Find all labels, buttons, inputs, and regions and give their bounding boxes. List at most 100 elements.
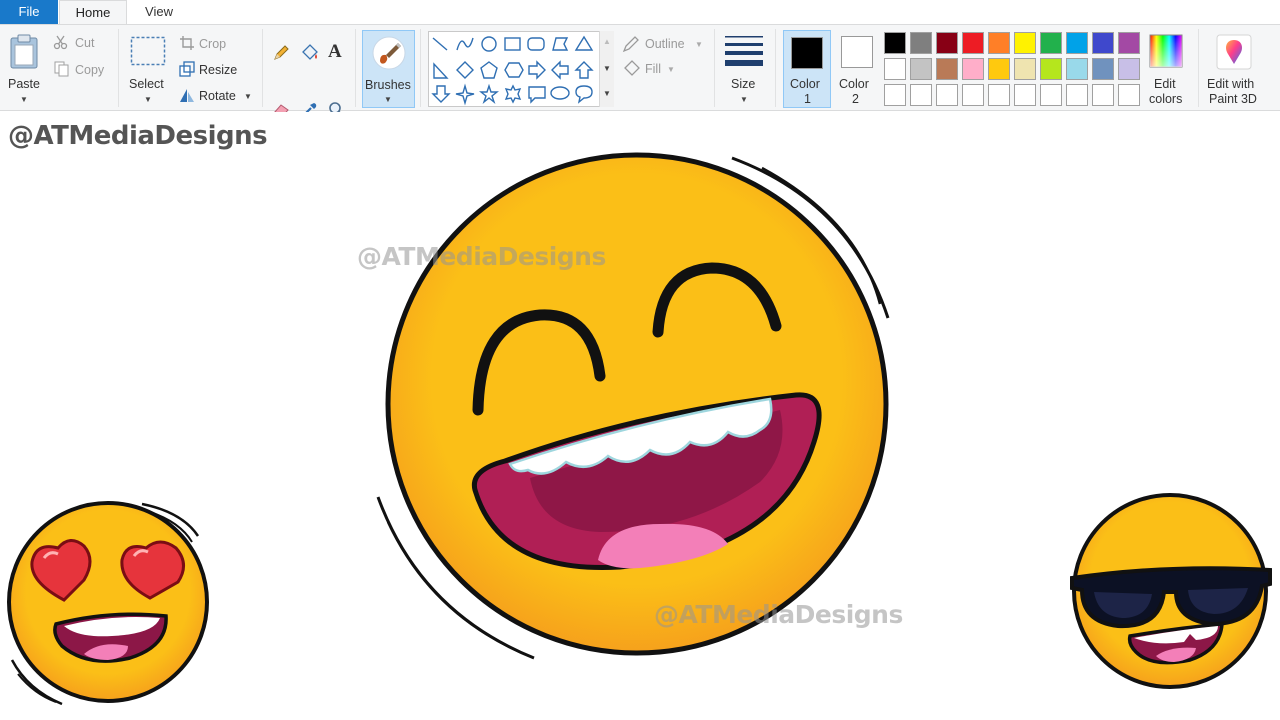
group-divider <box>262 29 263 107</box>
right-arrow-shape-icon <box>528 60 546 80</box>
tab-file[interactable]: File <box>0 0 58 24</box>
right-triangle-shape-icon <box>433 62 449 79</box>
laughing-emoji <box>376 152 890 660</box>
palette-swatch[interactable] <box>1092 84 1114 106</box>
copy-label: Copy <box>75 63 105 77</box>
palette-swatch[interactable] <box>884 32 906 54</box>
crop-label: Crop <box>199 37 227 51</box>
chevron-down-icon: ▼ <box>740 95 748 104</box>
palette-swatch[interactable] <box>962 32 984 54</box>
palette-swatch[interactable] <box>1118 58 1140 80</box>
brushes-label: Brushes <box>365 78 411 92</box>
tab-home[interactable]: Home <box>59 0 127 24</box>
chevron-down-icon: ▼ <box>244 92 252 101</box>
palette-swatch[interactable] <box>988 84 1010 106</box>
palette-swatch[interactable] <box>936 58 958 80</box>
palette-swatch[interactable] <box>1014 32 1036 54</box>
text-tool-icon[interactable]: A <box>328 41 342 63</box>
cut-label: Cut <box>75 36 95 50</box>
drawing-canvas[interactable]: @ATMediaDesigns @ATMediaDesigns @ATMedia… <box>0 112 1280 720</box>
diamond-shape-icon <box>456 61 474 79</box>
palette-swatch[interactable] <box>988 32 1010 54</box>
palette-swatch[interactable] <box>884 58 906 80</box>
brushes-button[interactable]: Brushes ▼ <box>362 30 415 108</box>
size-label: Size <box>731 77 756 91</box>
paint3d-label-2: Paint 3D <box>1209 92 1257 106</box>
cloud-callout-shape-icon <box>575 85 593 104</box>
palette-swatch[interactable] <box>936 32 958 54</box>
oval-shape-icon <box>481 36 497 52</box>
color1-button[interactable]: Color 1 <box>783 30 831 108</box>
group-divider <box>1198 29 1199 107</box>
polygon-shape-icon <box>552 37 569 51</box>
rotate-icon <box>180 89 194 102</box>
chevron-down-icon: ▼ <box>20 95 28 104</box>
chevron-down-icon: ▼ <box>667 65 675 74</box>
group-divider <box>420 29 421 107</box>
ribbon-tab-bar: File Home View <box>0 0 1280 24</box>
palette-swatch[interactable] <box>910 84 932 106</box>
chevron-down-icon: ▼ <box>384 95 392 104</box>
paint3d-icon <box>1216 34 1252 70</box>
watermark: @ATMediaDesigns <box>357 242 606 271</box>
palette-swatch[interactable] <box>1118 32 1140 54</box>
palette-swatch[interactable] <box>1092 32 1114 54</box>
expand-gallery-icon[interactable]: ▼ <box>603 89 611 98</box>
palette-swatch[interactable] <box>1092 58 1114 80</box>
four-point-star-shape-icon <box>455 83 475 106</box>
shapes-scrollbar[interactable]: ▲ ▼ ▼ <box>599 31 614 107</box>
six-point-star-shape-icon <box>504 84 522 104</box>
palette-swatch[interactable] <box>1040 84 1062 106</box>
heart-eyes-emoji <box>7 501 209 706</box>
paste-label: Paste <box>8 77 40 91</box>
fill-bucket-icon[interactable] <box>300 44 320 62</box>
resize-icon <box>179 61 195 77</box>
palette-swatch[interactable] <box>936 84 958 106</box>
group-divider <box>714 29 715 107</box>
edit-colors-label-2: colors <box>1149 92 1183 106</box>
palette-swatch[interactable] <box>1066 84 1088 106</box>
palette-swatch[interactable] <box>1014 58 1036 80</box>
color1-swatch <box>791 37 823 69</box>
palette-swatch[interactable] <box>910 32 932 54</box>
palette-swatch[interactable] <box>1118 84 1140 106</box>
five-point-star-shape-icon <box>479 83 499 105</box>
down-arrow-shape-icon <box>431 85 451 103</box>
shapes-grid-icon <box>431 35 594 106</box>
palette-swatch[interactable] <box>884 84 906 106</box>
color1-number: 1 <box>804 92 811 106</box>
scroll-down-icon[interactable]: ▼ <box>603 64 611 73</box>
scroll-up-icon[interactable]: ▲ <box>603 37 611 46</box>
line-size-icon <box>725 36 763 66</box>
pencil-icon[interactable] <box>272 44 290 62</box>
sunglasses-emoji <box>1070 493 1272 689</box>
rotate-label: Rotate <box>199 89 236 103</box>
line-shape-icon <box>432 37 448 51</box>
rectangular-callout-shape-icon <box>528 86 546 104</box>
palette-swatch[interactable] <box>988 58 1010 80</box>
palette-swatch[interactable] <box>1040 58 1062 80</box>
palette-swatch[interactable] <box>962 84 984 106</box>
palette-swatch[interactable] <box>1066 58 1088 80</box>
ribbon: Paste ▼ Cut Copy Select ▼ Crop Resize Ro… <box>0 24 1280 118</box>
triangle-shape-icon <box>574 35 594 51</box>
rounded-rectangle-shape-icon <box>527 37 545 51</box>
shapes-gallery[interactable] <box>428 31 614 107</box>
oval-callout-shape-icon <box>550 86 570 100</box>
palette-swatch[interactable] <box>1066 32 1088 54</box>
copy-icon <box>54 61 69 77</box>
color2-number: 2 <box>852 92 859 106</box>
curve-shape-icon <box>456 37 474 51</box>
palette-swatch[interactable] <box>962 58 984 80</box>
hexagon-shape-icon <box>504 62 524 78</box>
edit-colors-label-1: Edit <box>1154 77 1176 91</box>
select-rectangle-icon <box>130 36 166 66</box>
color-spectrum-icon <box>1149 34 1183 68</box>
palette-swatch[interactable] <box>1014 84 1036 106</box>
palette-swatch[interactable] <box>910 58 932 80</box>
palette-swatch[interactable] <box>1040 32 1062 54</box>
tab-view[interactable]: View <box>130 0 188 24</box>
scissors-icon <box>53 35 68 50</box>
outline-brush-icon <box>622 36 639 53</box>
color1-label: Color <box>790 77 820 91</box>
